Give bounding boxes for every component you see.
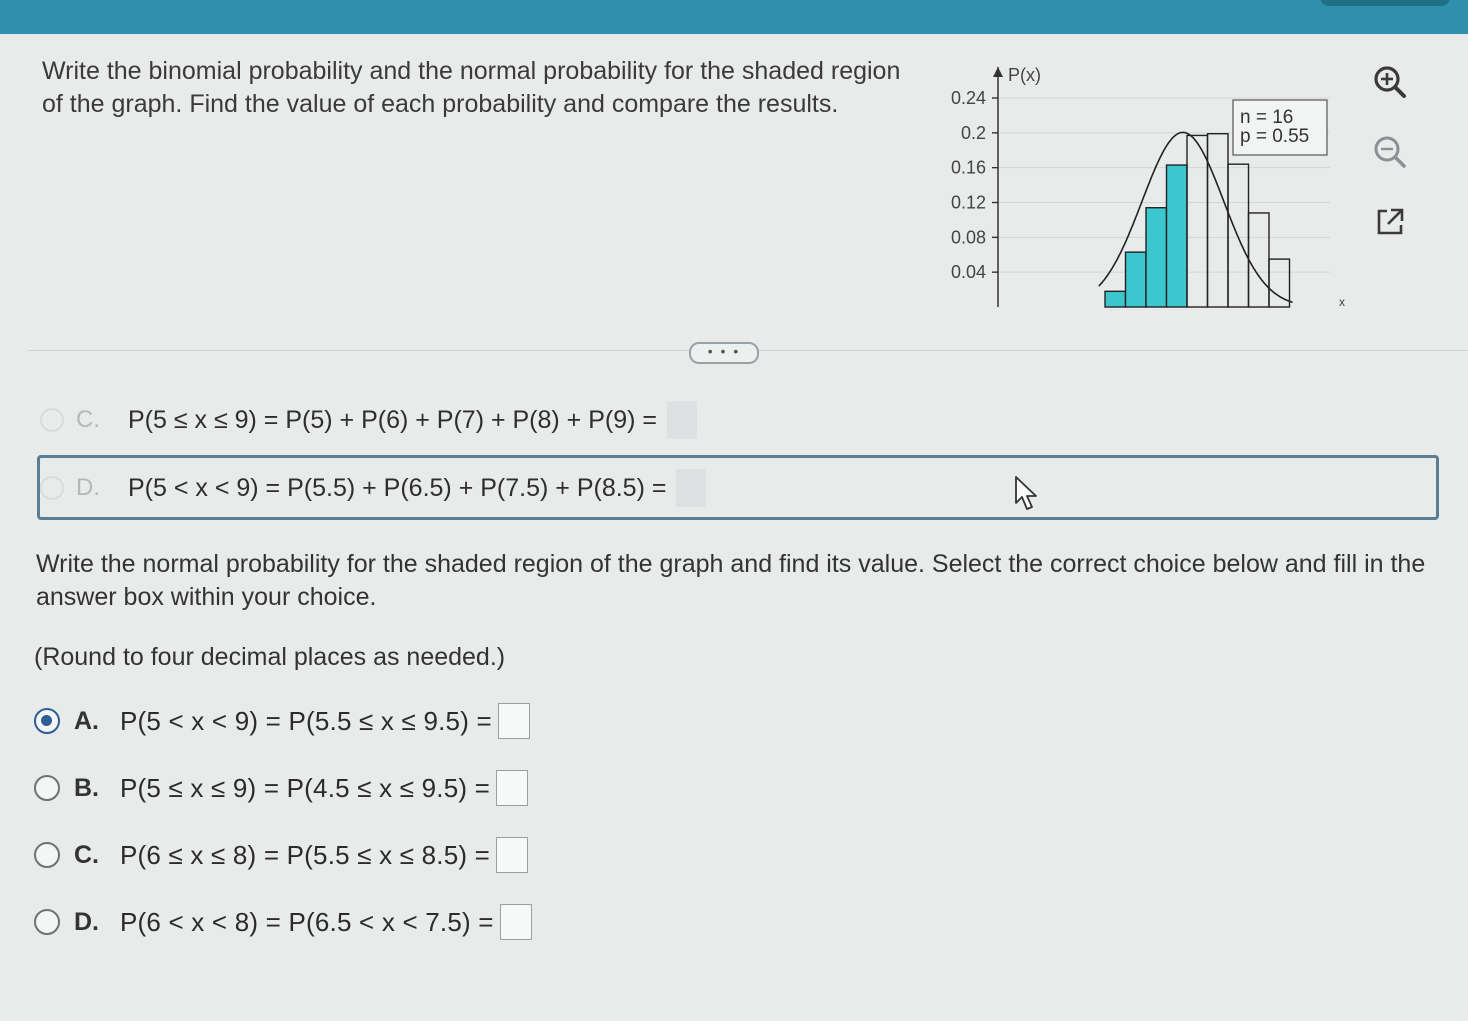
y-tick-label: 0.12 (951, 193, 986, 213)
bar-x-8 (1165, 164, 1188, 308)
normal-instruction: Write the normal probability for the sha… (36, 550, 1426, 611)
top-bar-tab[interactable] (1320, 0, 1450, 6)
answer-box[interactable] (676, 469, 707, 507)
choice-b[interactable]: B. P(5 ≤ x ≤ 9) = P(4.5 ≤ x ≤ 9.5) = (34, 766, 529, 810)
y-axis-arrow (993, 67, 1003, 77)
choice-letter: C. (76, 406, 100, 433)
zoom-in-icon[interactable] (1370, 62, 1410, 102)
radio-button[interactable] (34, 775, 60, 801)
answer-box[interactable] (499, 904, 532, 940)
y-ticks: 0.24 0.2 0.16 0.12 0.08 0.04 (951, 88, 998, 282)
y-tick-label: 0.24 (951, 88, 986, 108)
bar-x-9 (1186, 134, 1209, 308)
answer-box[interactable] (496, 837, 529, 873)
answer-box[interactable] (667, 401, 698, 439)
top-bar (0, 0, 1468, 34)
choice-a[interactable]: A. P(5 < x < 9) = P(5.5 ≤ x ≤ 9.5) = (34, 699, 530, 743)
bar-x-10 (1206, 133, 1229, 308)
radio-button[interactable] (34, 909, 60, 935)
round-note: (Round to four decimal places as needed.… (34, 643, 506, 671)
bar-x-7 (1145, 207, 1168, 308)
choice-letter: D. (76, 474, 100, 501)
prev-choice-d[interactable]: D. P(5 < x < 9) = P(5.5) + P(6.5) + P(7.… (40, 468, 707, 508)
answer-box[interactable] (497, 703, 530, 739)
radio-button[interactable] (40, 476, 64, 500)
binomial-graph: P(x) 0.24 0.2 0.16 0.12 0.08 0.04 x n = 16 p … (951, 65, 1345, 309)
y-tick-label: 0.04 (951, 262, 986, 282)
choice-equation: P(5 ≤ x ≤ 9) = P(4.5 ≤ x ≤ 9.5) = (120, 772, 491, 803)
mouse-cursor-icon (1015, 476, 1037, 510)
param-n: n = 16 (1240, 107, 1293, 128)
radio-button-selected[interactable] (34, 708, 60, 734)
choice-letter: D. (74, 907, 99, 936)
popout-icon[interactable] (1370, 202, 1410, 242)
zoom-out-icon[interactable] (1370, 132, 1410, 172)
choice-equation: P(6 < x < 8) = P(6.5 < x < 7.5) = (120, 906, 494, 937)
prev-choice-c[interactable]: C. P(5 ≤ x ≤ 9) = P(5) + P(6) + P(7) + P… (40, 400, 698, 440)
answer-box[interactable] (496, 770, 529, 806)
radio-button[interactable] (34, 842, 60, 868)
choice-letter: A. (74, 706, 99, 735)
question-text: Write the binomial probability and the n… (42, 57, 901, 118)
bar-x-12 (1247, 212, 1270, 308)
y-tick-label: 0.08 (951, 227, 986, 247)
choice-equation: P(5 ≤ x ≤ 9) = P(5) + P(6) + P(7) + P(8)… (128, 405, 658, 434)
choice-c[interactable]: C. P(6 ≤ x ≤ 8) = P(5.5 ≤ x ≤ 8.5) = (34, 833, 529, 877)
y-tick-label: 0.2 (961, 123, 986, 143)
bar-x-6 (1124, 251, 1147, 308)
more-button[interactable]: • • • (689, 342, 759, 364)
choice-equation: P(6 ≤ x ≤ 8) = P(5.5 ≤ x ≤ 8.5) = (120, 839, 491, 870)
graph-toolbar (1370, 62, 1420, 272)
param-p: p = 0.55 (1240, 126, 1309, 147)
bar-x-5 (1104, 290, 1127, 308)
choice-letter: C. (74, 840, 99, 869)
choice-equation: P(5 < x < 9) = P(5.5 ≤ x ≤ 9.5) = (120, 705, 492, 736)
choice-equation: P(5 < x < 9) = P(5.5) + P(6.5) + P(7.5) … (128, 473, 667, 502)
radio-button[interactable] (40, 408, 64, 432)
x-axis-label: x (1339, 295, 1345, 309)
choice-d[interactable]: D. P(6 < x < 8) = P(6.5 < x < 7.5) = (34, 900, 532, 944)
choice-letter: B. (74, 773, 99, 802)
y-axis-label: P(x) (1008, 65, 1041, 85)
y-tick-label: 0.16 (951, 158, 986, 178)
